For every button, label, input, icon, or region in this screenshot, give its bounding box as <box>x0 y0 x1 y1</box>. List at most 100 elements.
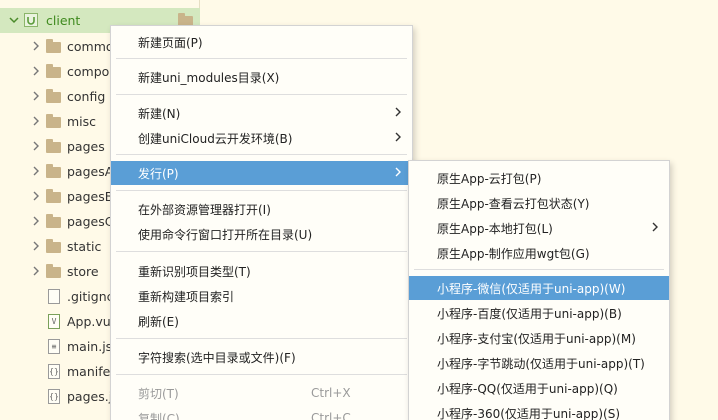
tree-item-label: pagesB <box>67 189 114 204</box>
menu-item-label: 使用命令行窗口打开所在目录(U) <box>138 227 313 242</box>
folder-icon <box>46 139 61 153</box>
context-menu: 新建页面(P) 新建uni_modules目录(X) 新建(N) 创建uniCl… <box>110 25 413 420</box>
menu-item-label: 发行(P) <box>138 166 179 181</box>
menu-item-label: 小程序-360(仅适用于uni-app)(S) <box>437 406 621 420</box>
chevron-right-icon <box>394 106 402 121</box>
chevron-right-icon[interactable] <box>31 91 41 101</box>
chevron-right-icon <box>394 131 402 146</box>
js-file-icon: ≡ <box>48 339 60 354</box>
submenu-item-mp-360[interactable]: 小程序-360(仅适用于uni-app)(S) <box>409 401 669 420</box>
submenu-item-mp-alipay[interactable]: 小程序-支付宝(仅适用于uni-app)(M) <box>409 326 669 350</box>
menu-item-open-in-terminal[interactable]: 使用命令行窗口打开所在目录(U) <box>111 222 412 246</box>
shortcut-label: Ctrl+X <box>311 386 351 400</box>
menu-item-create-unicloud[interactable]: 创建uniCloud云开发环境(B) <box>111 126 412 150</box>
menu-item-new-uni-modules[interactable]: 新建uni_modules目录(X) <box>111 65 412 89</box>
chevron-right-icon[interactable] <box>31 216 41 226</box>
folder-icon <box>46 239 61 253</box>
tree-item-label: static <box>67 239 102 254</box>
chevron-right-icon <box>651 221 659 236</box>
submenu-item-app-cloud-status[interactable]: 原生App-查看云打包状态(Y) <box>409 191 669 215</box>
menu-item-new-page[interactable]: 新建页面(P) <box>111 30 412 54</box>
menu-item-label: 重新识别项目类型(T) <box>138 264 251 279</box>
menu-item-label: 新建uni_modules目录(X) <box>138 70 280 85</box>
folder-icon <box>46 164 61 178</box>
tree-item-label: commo <box>67 39 114 54</box>
folder-icon <box>46 114 61 128</box>
tree-item-label: compo <box>67 64 110 79</box>
chevron-right-icon[interactable] <box>31 266 41 276</box>
menu-item-label: 原生App-本地打包(L) <box>437 221 553 236</box>
tree-item-label: pagesA <box>67 164 114 179</box>
tree-item-label: misc <box>67 114 97 129</box>
submenu-item-mp-weixin[interactable]: 小程序-微信(仅适用于uni-app)(W) <box>409 276 669 300</box>
menu-separator <box>116 374 407 375</box>
menu-item-refresh[interactable]: 刷新(E) <box>111 309 412 333</box>
tree-item-label: .gitignc <box>67 289 114 304</box>
chevron-right-icon[interactable] <box>31 241 41 251</box>
tree-item-label: pagesC <box>67 214 114 229</box>
menu-separator <box>116 190 407 191</box>
chevron-right-icon[interactable] <box>31 191 41 201</box>
menu-separator <box>116 94 407 95</box>
menu-item-label: 小程序-字节跳动(仅适用于uni-app)(T) <box>437 356 645 371</box>
menu-item-reidentify-type[interactable]: 重新识别项目类型(T) <box>111 259 412 283</box>
publish-submenu: 原生App-云打包(P) 原生App-查看云打包状态(Y) 原生App-本地打包… <box>408 160 670 420</box>
shortcut-label: Ctrl+C <box>311 411 351 420</box>
folder-icon <box>46 214 61 228</box>
chevron-down-icon[interactable] <box>9 15 19 25</box>
menu-item-label: 重新构建项目索引 <box>138 289 235 304</box>
tree-item-label: main.js <box>67 339 113 354</box>
menu-item-label: 原生App-制作应用wgt包(G) <box>437 246 590 261</box>
submenu-item-app-cloud[interactable]: 原生App-云打包(P) <box>409 166 669 190</box>
project-icon <box>24 13 38 27</box>
menu-item-label: 新建页面(P) <box>138 35 203 50</box>
json-file-icon: {} <box>48 364 60 379</box>
menu-separator <box>116 154 407 155</box>
chevron-right-icon[interactable] <box>31 141 41 151</box>
menu-item-label: 刷新(E) <box>138 314 179 329</box>
menu-item-label: 小程序-QQ(仅适用于uni-app)(Q) <box>437 381 618 396</box>
submenu-item-mp-qq[interactable]: 小程序-QQ(仅适用于uni-app)(Q) <box>409 376 669 400</box>
submenu-item-mp-toutiao[interactable]: 小程序-字节跳动(仅适用于uni-app)(T) <box>409 351 669 375</box>
menu-item-rebuild-index[interactable]: 重新构建项目索引 <box>111 284 412 308</box>
menu-item-cut[interactable]: 剪切(T) Ctrl+X <box>111 381 412 405</box>
menu-separator <box>116 58 407 59</box>
tree-item-label: pages.j <box>67 389 113 404</box>
menu-item-label: 原生App-云打包(P) <box>437 171 542 186</box>
menu-item-label: 原生App-查看云打包状态(Y) <box>437 196 590 211</box>
tree-root-label: client <box>46 13 81 28</box>
menu-item-label: 新建(N) <box>138 106 181 121</box>
chevron-right-icon[interactable] <box>31 41 41 51</box>
submenu-item-app-local[interactable]: 原生App-本地打包(L) <box>409 216 669 240</box>
menu-item-label: 复制(C) <box>138 411 180 420</box>
chevron-right-icon[interactable] <box>31 166 41 176</box>
folder-icon <box>46 64 61 78</box>
menu-item-copy[interactable]: 复制(C) Ctrl+C <box>111 406 412 420</box>
menu-item-open-in-explorer[interactable]: 在外部资源管理器打开(I) <box>111 197 412 221</box>
chevron-right-icon[interactable] <box>31 116 41 126</box>
chevron-right-icon[interactable] <box>31 66 41 76</box>
tree-item-label: config <box>67 89 106 104</box>
tree-item-label: pages <box>67 139 105 154</box>
chevron-right-icon <box>394 166 402 181</box>
menu-item-publish[interactable]: 发行(P) <box>111 161 412 185</box>
file-glyph: {} <box>49 392 59 401</box>
menu-item-label: 小程序-微信(仅适用于uni-app)(W) <box>437 281 626 296</box>
vue-file-icon: V <box>48 314 60 329</box>
menu-item-label: 字符搜索(选中目录或文件)(F) <box>138 350 296 365</box>
menu-item-new[interactable]: 新建(N) <box>111 101 412 125</box>
submenu-item-mp-baidu[interactable]: 小程序-百度(仅适用于uni-app)(B) <box>409 301 669 325</box>
file-glyph: ≡ <box>51 342 57 351</box>
submenu-item-app-wgt[interactable]: 原生App-制作应用wgt包(G) <box>409 241 669 265</box>
file-icon <box>48 289 60 304</box>
tree-item-label: store <box>67 264 99 279</box>
menu-item-search-chars[interactable]: 字符搜索(选中目录或文件)(F) <box>111 345 412 369</box>
menu-item-label: 小程序-百度(仅适用于uni-app)(B) <box>437 306 622 321</box>
folder-icon <box>46 39 61 53</box>
folder-icon <box>46 189 61 203</box>
file-glyph: {} <box>49 367 59 376</box>
menu-separator <box>414 269 664 270</box>
file-glyph: V <box>51 317 57 326</box>
menu-item-label: 在外部资源管理器打开(I) <box>138 202 271 217</box>
json-file-icon: {} <box>48 389 60 404</box>
